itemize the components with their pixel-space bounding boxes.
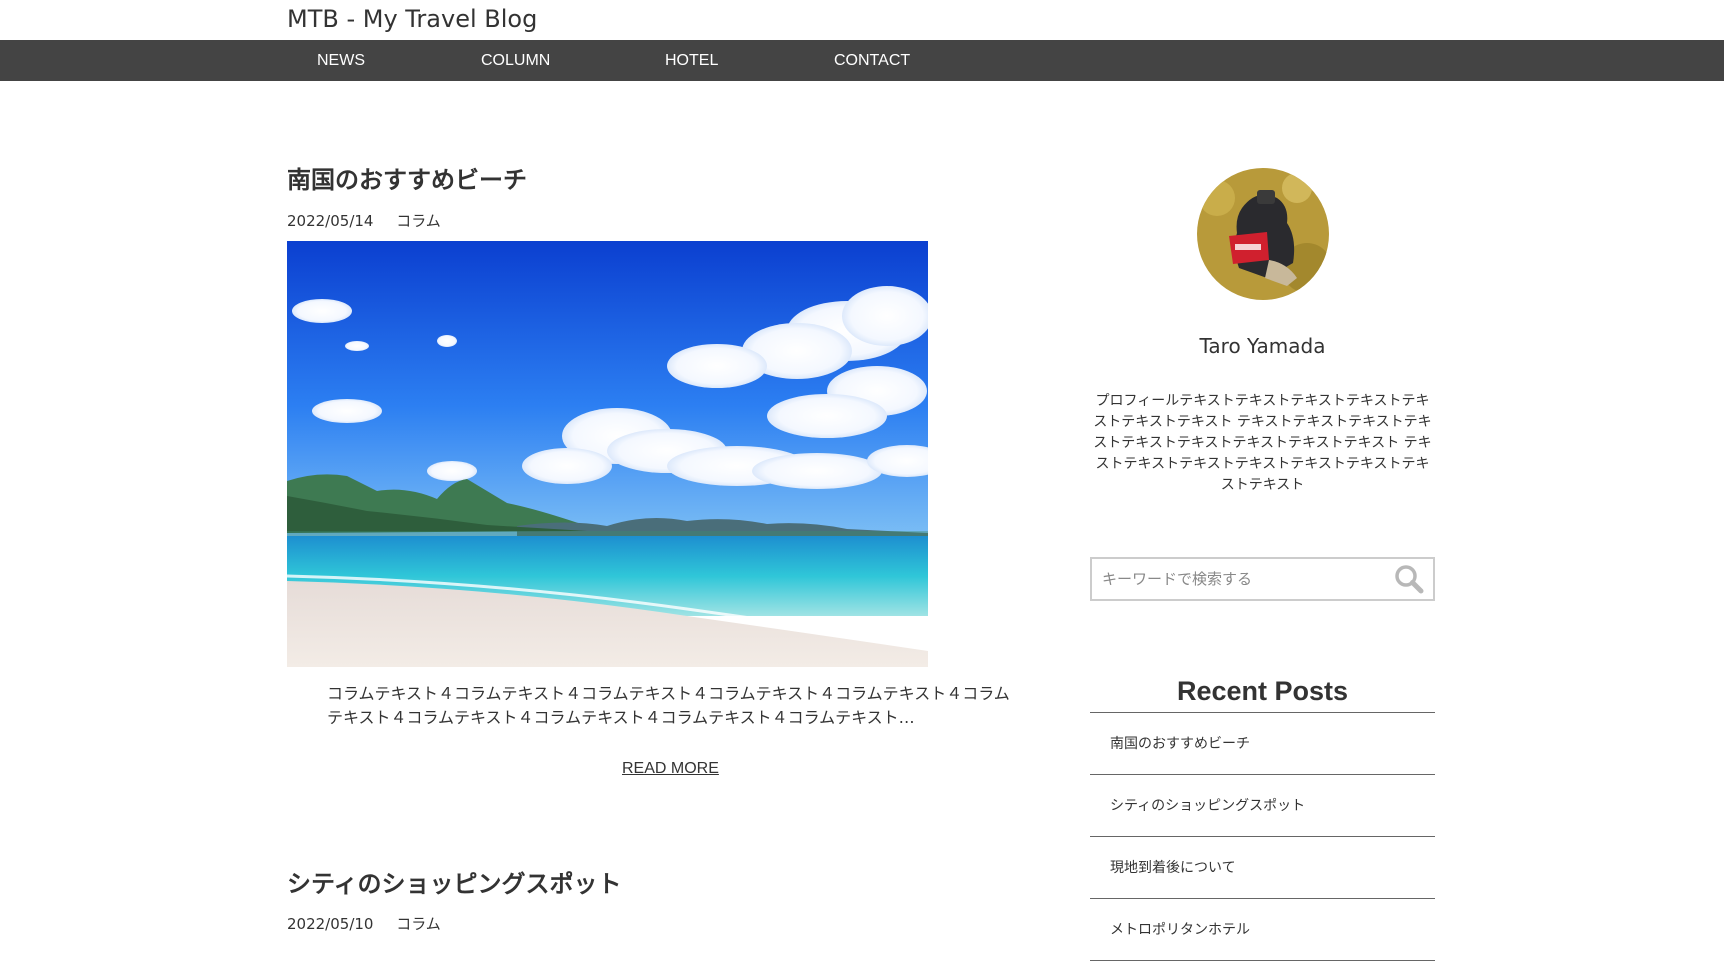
profile-name: Taro Yamada	[1199, 334, 1326, 358]
profile-text: プロフィールテキストテキストテキストテキストテキストテキストテキスト テキストテ…	[1093, 393, 1432, 493]
recent-post-item[interactable]: 南国のおすすめビーチ	[1090, 713, 1435, 775]
post-thumbnail-beach[interactable]	[287, 241, 928, 667]
global-nav: NEWS COLUMN HOTEL CONTACT	[0, 40, 1724, 81]
post-meta: 2022/05/14 コラム	[287, 210, 441, 231]
recent-posts-list: 南国のおすすめビーチ シティのショッピングスポット 現地到着後について メトロポ…	[1090, 712, 1435, 961]
post-date: 2022/05/10	[287, 915, 374, 933]
post-category[interactable]: コラム	[396, 212, 441, 230]
nav-item-column[interactable]: COLUMN	[481, 40, 550, 81]
post-category[interactable]: コラム	[396, 915, 441, 933]
read-more-link[interactable]: READ MORE	[622, 760, 719, 778]
beach-image	[287, 241, 928, 667]
avatar	[1197, 168, 1329, 300]
post-title[interactable]: 南国のおすすめビーチ	[287, 160, 527, 195]
site-header: MTB - My Travel Blog	[0, 0, 1724, 40]
recent-post-item[interactable]: メトロポリタンホテル	[1090, 899, 1435, 961]
post-excerpt: コラムテキスト４コラムテキスト４コラムテキスト４コラムテキスト４コラムテキスト４…	[327, 684, 1010, 727]
avatar-photo	[1197, 168, 1329, 300]
search-icon[interactable]	[1393, 563, 1425, 595]
recent-post-item[interactable]: 現地到着後について	[1090, 837, 1435, 899]
post-meta: 2022/05/10 コラム	[287, 913, 441, 934]
search-input[interactable]	[1092, 559, 1382, 599]
nav-item-news[interactable]: NEWS	[317, 40, 365, 81]
nav-item-hotel[interactable]: HOTEL	[665, 40, 718, 81]
nav-item-contact[interactable]: CONTACT	[834, 40, 910, 81]
recent-post-item[interactable]: シティのショッピングスポット	[1090, 775, 1435, 837]
post-title[interactable]: シティのショッピングスポット	[287, 864, 622, 899]
recent-posts-title: Recent Posts	[1176, 676, 1349, 706]
site-title[interactable]: MTB - My Travel Blog	[287, 3, 537, 35]
post-date: 2022/05/14	[287, 212, 374, 230]
search-box	[1090, 557, 1435, 601]
